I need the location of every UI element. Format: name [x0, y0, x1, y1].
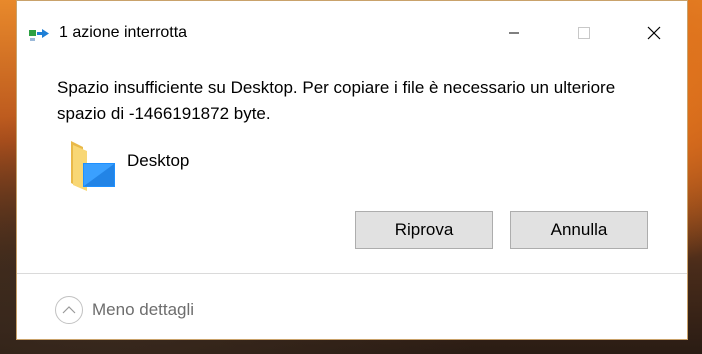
maximize-icon [578, 27, 590, 39]
destination-location: Desktop [67, 137, 189, 193]
cancel-button[interactable]: Annulla [510, 211, 648, 249]
retry-button[interactable]: Riprova [355, 211, 493, 249]
window-title: 1 azione interrotta [59, 24, 188, 41]
minimize-icon [509, 32, 519, 34]
close-button[interactable] [631, 17, 677, 49]
chevron-up-icon [55, 296, 83, 324]
maximize-button [561, 17, 607, 49]
minimize-button[interactable] [491, 17, 537, 49]
location-label: Desktop [127, 151, 190, 170]
copy-interrupted-dialog: 1 azione interrotta Spazio insufficiente… [16, 0, 688, 340]
folder-desktop-icon [67, 137, 119, 193]
less-details-label: Meno dettagli [92, 300, 195, 319]
file-operation-icon [29, 28, 51, 42]
title-bar[interactable]: 1 azione interrotta [17, 1, 687, 65]
close-icon [647, 26, 661, 40]
footer-divider [17, 273, 687, 274]
less-details-toggle[interactable]: Meno dettagli [55, 293, 194, 327]
error-message: Spazio insufficiente su Desktop. Per cop… [57, 78, 616, 123]
